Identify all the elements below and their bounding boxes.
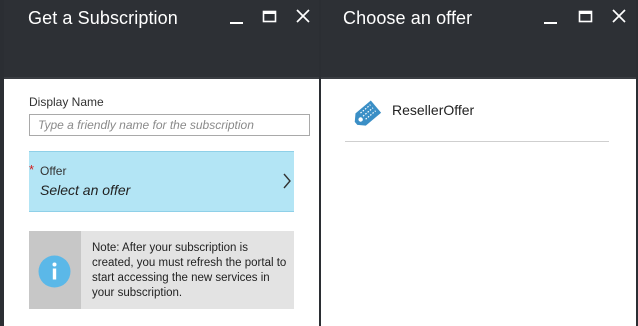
get-subscription-blade: Get a Subscription Display Name * Offer … xyxy=(0,0,321,326)
offer-selector[interactable]: * Offer Select an offer xyxy=(29,151,294,212)
display-name-input[interactable] xyxy=(29,114,310,136)
offer-value: Select an offer xyxy=(40,182,131,198)
minimize-icon xyxy=(230,22,243,24)
minimize-button[interactable] xyxy=(540,6,562,28)
empty-area xyxy=(321,231,636,326)
info-icon-cell xyxy=(29,231,81,309)
minimize-button[interactable] xyxy=(226,6,248,28)
close-icon xyxy=(296,9,310,23)
offer-label: Offer xyxy=(40,164,67,178)
note-text: Note: After your subscription is created… xyxy=(92,242,287,299)
offer-item-label: ResellerOffer xyxy=(392,102,475,118)
offer-list-item[interactable]: ResellerOffer xyxy=(345,79,609,142)
required-indicator: * xyxy=(29,162,35,177)
blade-header: Get a Subscription xyxy=(4,0,319,79)
chevron-right-icon xyxy=(283,173,291,189)
display-name-label: Display Name xyxy=(29,95,104,109)
blade-body: Display Name * Offer Select an offer Not… xyxy=(4,79,319,326)
close-button[interactable] xyxy=(292,6,314,28)
close-icon xyxy=(612,9,626,23)
blade-body: ResellerOffer xyxy=(321,79,636,326)
blade-title: Choose an offer xyxy=(343,8,473,28)
blade-title: Get a Subscription xyxy=(28,8,178,28)
maximize-icon xyxy=(262,10,277,23)
choose-offer-blade: Choose an offer ResellerOffer xyxy=(321,0,638,326)
minimize-icon xyxy=(544,22,557,24)
maximize-icon xyxy=(578,10,593,23)
maximize-button[interactable] xyxy=(575,6,597,28)
tag-icon xyxy=(354,100,382,126)
info-note: Note: After your subscription is created… xyxy=(29,231,294,309)
blade-header: Choose an offer xyxy=(321,0,636,79)
maximize-button[interactable] xyxy=(259,6,281,28)
close-button[interactable] xyxy=(608,6,630,28)
info-icon xyxy=(38,255,71,288)
